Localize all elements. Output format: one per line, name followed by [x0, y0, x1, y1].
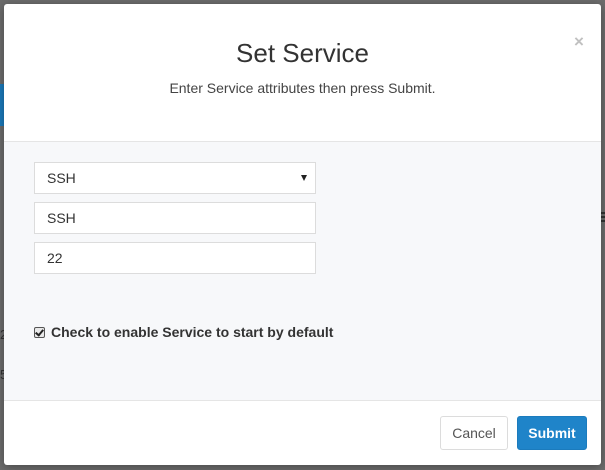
cancel-button[interactable]: Cancel [440, 416, 508, 450]
service-select[interactable]: SSH [34, 162, 316, 194]
enable-service-label[interactable]: Check to enable Service to start by defa… [51, 324, 333, 340]
service-select-value: SSH [47, 170, 76, 186]
submit-button[interactable]: Submit [517, 416, 587, 450]
dialog-title: Set Service [236, 38, 369, 68]
close-icon[interactable]: × [571, 33, 587, 50]
dialog-body: SSH Check to enable Service to start by … [4, 142, 601, 401]
port-input[interactable] [34, 242, 316, 274]
enable-service-checkbox[interactable] [34, 326, 45, 338]
set-service-dialog: Set Service Enter Service attributes the… [4, 4, 601, 465]
dialog-header: Set Service Enter Service attributes the… [4, 4, 601, 142]
dialog-subtitle: Enter Service attributes then press Subm… [169, 80, 436, 96]
service-name-input[interactable] [34, 202, 316, 234]
background-menu-icon [601, 212, 605, 222]
dialog-footer: Cancel Submit [4, 401, 601, 465]
dropdown-arrow-icon [301, 175, 307, 181]
enable-service-row: Check to enable Service to start by defa… [34, 324, 333, 340]
